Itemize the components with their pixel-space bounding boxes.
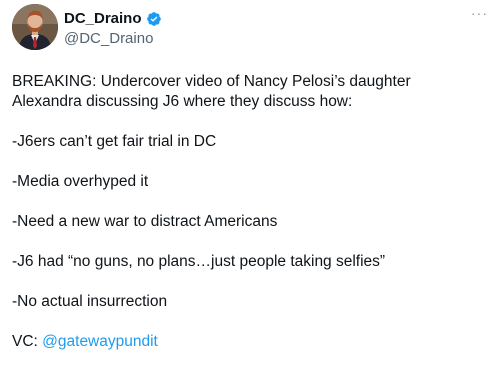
user-info: DC_Draino @DC_Draino [64,9,162,49]
tweet-paragraph-vc: VC: @gatewaypundit [12,332,482,352]
verified-badge-icon [146,11,162,27]
avatar[interactable] [12,4,58,50]
tweet-card: DC_Draino @DC_Draino ··· BREAKING: Under… [0,0,500,366]
avatar-image [12,4,58,50]
display-name[interactable]: DC_Draino [64,9,142,29]
tweet-text: BREAKING: Undercover video of Nancy Pelo… [12,72,482,372]
mention-link[interactable]: @gatewaypundit [42,333,158,350]
tweet-paragraph: -No actual insurrection [12,293,168,310]
tweet-paragraph: -Media overhyped it [12,173,149,190]
tweet-paragraph: -Need a new war to distract Americans [12,213,278,230]
tweet-paragraph: BREAKING: Undercover video of Nancy Pelo… [12,73,411,110]
vc-prefix: VC: [12,333,43,350]
tweet-paragraph: -J6 had “no guns, no plans…just people t… [12,253,386,270]
display-name-row: DC_Draino [64,9,162,29]
more-icon[interactable]: ··· [471,6,488,20]
user-handle[interactable]: @DC_Draino [64,29,162,49]
tweet-paragraph: -J6ers can’t get fair trial in DC [12,133,217,150]
